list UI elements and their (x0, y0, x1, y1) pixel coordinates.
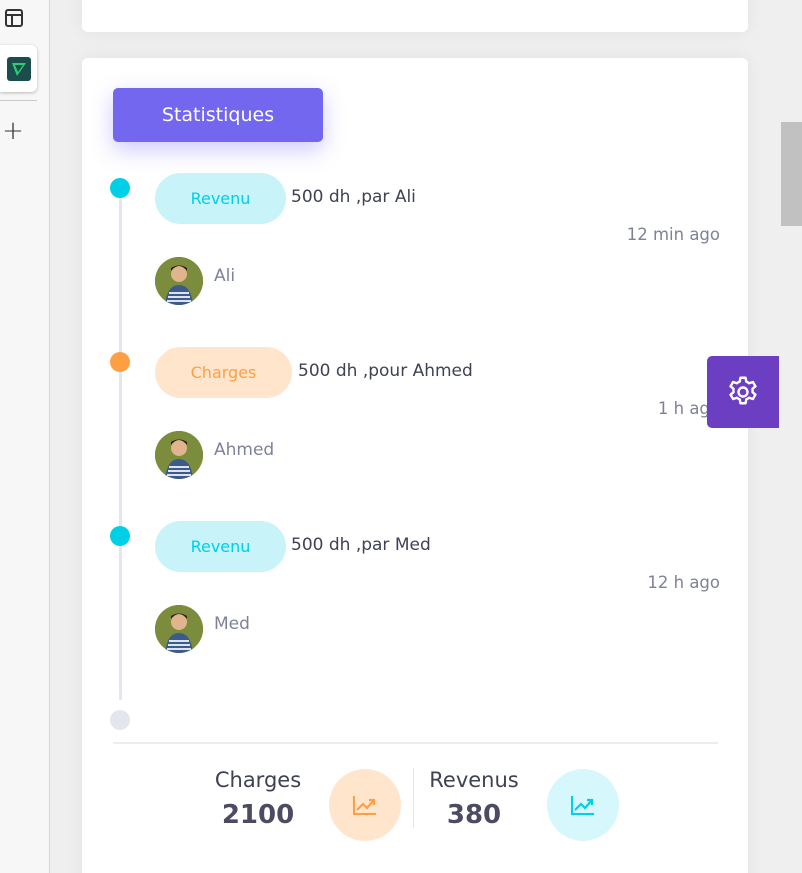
person-name: Ali (214, 266, 236, 286)
left-sidebar: + (0, 0, 50, 873)
charges-trend-button[interactable] (329, 769, 401, 841)
timeline-line (119, 186, 122, 700)
person-name: Ahmed (214, 440, 275, 460)
timeline-dot (110, 178, 130, 198)
sidebar-divider (0, 100, 37, 101)
layout-icon (5, 9, 23, 27)
timeline-item: Charges 500 dh ,pour Ahmed 1 h ago Ahmed (155, 347, 720, 507)
timeline-dot (110, 526, 130, 546)
transaction-description: 500 dh ,par Med (291, 535, 431, 555)
avatar (155, 257, 203, 305)
timeline-dot (110, 352, 130, 372)
gear-icon (729, 376, 757, 405)
statistiques-button[interactable]: Statistiques (113, 88, 323, 142)
settings-button[interactable] (707, 356, 779, 428)
scrollbar-thumb[interactable] (781, 122, 802, 226)
statistics-card: Statistiques Revenu 500 dh ,par Ali 12 m… (82, 58, 748, 873)
trending-up-icon (571, 796, 594, 815)
timestamp: 12 min ago (626, 225, 720, 244)
timeline-item: Revenu 500 dh ,par Ali 12 min ago Ali (155, 173, 720, 333)
trending-up-icon (353, 796, 376, 815)
avatar (155, 605, 203, 653)
add-tab-button[interactable]: + (0, 118, 26, 144)
timeline-item: Revenu 500 dh ,par Med 12 h ago Med (155, 521, 720, 681)
plus-icon: + (2, 116, 24, 146)
transaction-description: 500 dh ,par Ali (291, 187, 416, 207)
layout-toggle-button[interactable] (0, 4, 28, 32)
summary-divider (113, 742, 718, 744)
timestamp: 12 h ago (647, 573, 720, 592)
app-tab[interactable] (0, 45, 37, 92)
avatar (155, 431, 203, 479)
revenu-badge: Revenu (155, 521, 286, 572)
timeline-end-dot (110, 710, 130, 730)
charges-value: 2100 (221, 800, 295, 830)
transaction-description: 500 dh ,pour Ahmed (298, 361, 473, 381)
revenus-summary: Revenus 380 (420, 768, 528, 830)
person-name: Med (214, 614, 250, 634)
previous-card (82, 0, 748, 32)
revenus-value: 380 (446, 800, 502, 830)
app-logo-icon (6, 56, 31, 81)
charges-label: Charges (214, 768, 302, 792)
revenus-label: Revenus (429, 768, 519, 792)
charges-summary: Charges 2100 (202, 768, 314, 830)
summary-separator (413, 768, 414, 828)
revenu-badge: Revenu (155, 173, 286, 224)
revenus-trend-button[interactable] (547, 769, 619, 841)
charges-badge: Charges (155, 347, 292, 398)
